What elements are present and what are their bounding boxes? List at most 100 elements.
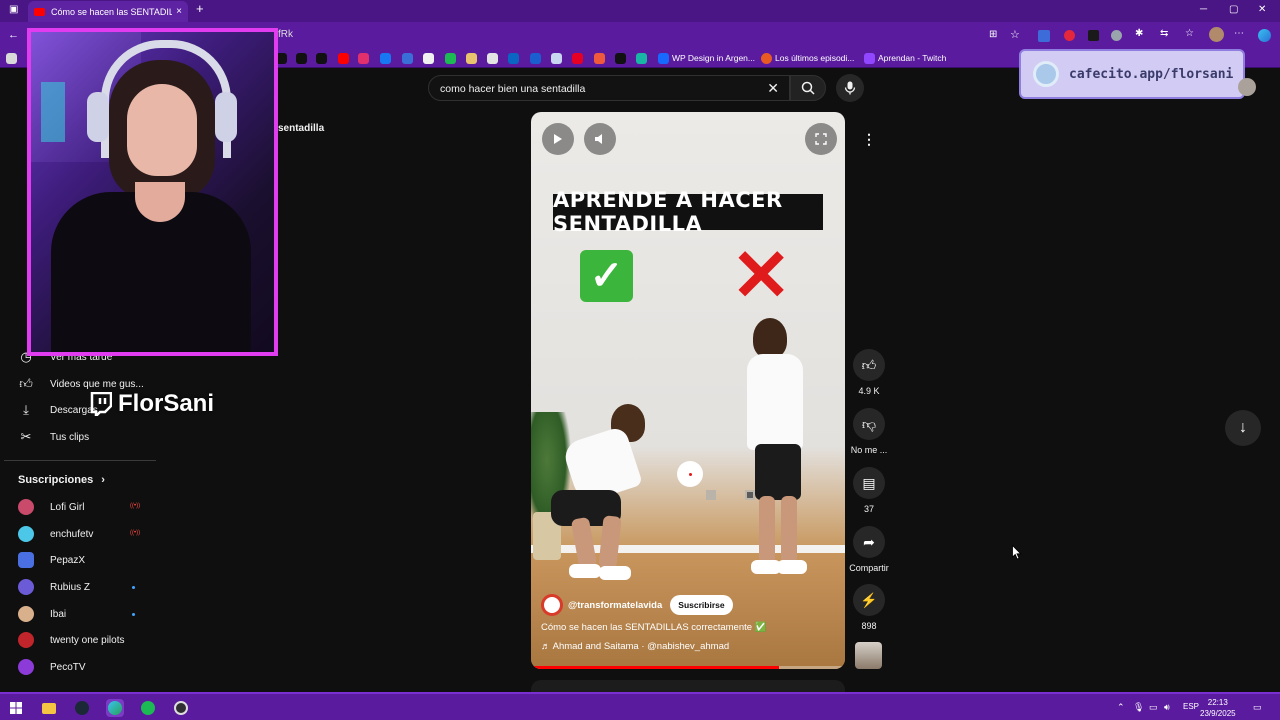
tab-actions-icon[interactable]: ▣ (9, 4, 18, 15)
microphone-icon[interactable]: 🎙︎ (1133, 702, 1144, 713)
behance-icon[interactable] (658, 53, 669, 64)
url-text[interactable]: fRk (278, 29, 293, 40)
edge-icon[interactable] (106, 699, 124, 717)
user-avatar[interactable] (1238, 78, 1256, 96)
share-button[interactable]: ➦ Compartir (848, 526, 890, 573)
profile-avatar[interactable] (1209, 27, 1224, 42)
youtube-icon[interactable] (338, 53, 349, 64)
file-explorer-icon[interactable] (40, 699, 58, 717)
shorts-video-player[interactable]: APRENDE A HACER SENTADILLA ✓ ✕ @transfor… (531, 112, 845, 669)
show-hidden-icons-icon[interactable]: ⌃ (1117, 702, 1125, 713)
split-screen-icon[interactable]: ⇆ (1160, 28, 1168, 39)
extension-icon[interactable] (1111, 30, 1122, 41)
menu-more-icon[interactable]: ⋯ (1234, 28, 1244, 39)
subscription-item[interactable]: enchufetv (18, 524, 93, 544)
subscription-item[interactable]: Lofi Girl (18, 497, 84, 517)
video-progress-bar[interactable] (531, 666, 845, 669)
clock[interactable]: 22:13 23/9/2025 (1200, 697, 1236, 719)
bookmark-favicon-icon[interactable] (761, 53, 772, 64)
remix-button[interactable]: ⚡ 898 (848, 584, 890, 631)
app-available-icon[interactable]: ⊞ (989, 29, 997, 40)
next-video-button[interactable]: ↓ (1225, 410, 1261, 446)
person-sneaker (569, 564, 601, 578)
window-close-icon[interactable]: ✕ (1258, 4, 1266, 15)
instagram-icon[interactable] (358, 53, 369, 64)
cafecito-overlay: cafecito.app/florsani (1019, 49, 1245, 99)
obs-icon[interactable] (172, 699, 190, 717)
back-icon[interactable]: ← (8, 29, 19, 41)
bookmark-link[interactable]: Los últimos episodi... (775, 53, 854, 63)
windows-start-icon[interactable] (7, 699, 25, 717)
language-indicator[interactable]: ESP (1183, 702, 1199, 711)
bookmark-favicon-icon[interactable] (636, 53, 647, 64)
volume-icon[interactable]: 🔊︎ (1164, 702, 1170, 713)
channel-avatar[interactable] (541, 594, 563, 616)
search-button[interactable] (790, 75, 826, 101)
clear-search-icon[interactable]: ✕ (767, 80, 779, 97)
next-video-preview[interactable] (531, 680, 845, 692)
bookmark-favicon-icon[interactable] (466, 53, 477, 64)
channel-name[interactable]: @transformatelavida (568, 600, 662, 611)
copilot-icon[interactable] (1258, 29, 1271, 42)
subscription-item[interactable]: Ibai (18, 604, 66, 624)
x-icon[interactable] (316, 53, 327, 64)
video-music[interactable]: ♬ Ahmad and Saitama · @nabishev_ahmad (541, 641, 729, 652)
facebook-icon[interactable] (380, 53, 391, 64)
youtube-favicon-icon (34, 7, 45, 16)
subscriptions-heading[interactable]: Suscripciones › (18, 474, 105, 486)
subscription-item[interactable]: Rubius Z (18, 577, 90, 597)
extension-icon[interactable] (1088, 30, 1099, 41)
notifications-icon[interactable]: ▭ (1253, 702, 1262, 713)
minimize-icon[interactable]: ─ (1200, 4, 1207, 15)
bookmark-favicon-icon[interactable] (423, 53, 434, 64)
subscription-item[interactable]: PepazX (18, 550, 85, 570)
active-tab[interactable]: Cómo se hacen las SENTADILLAS × (28, 1, 188, 22)
favorite-star-icon[interactable]: ☆ (1010, 28, 1020, 41)
new-tab-button[interactable]: + (196, 1, 204, 16)
paypal-icon[interactable] (530, 53, 541, 64)
subscription-item[interactable]: PecoTV (18, 657, 86, 677)
fullscreen-button[interactable] (805, 123, 837, 155)
bookmark-favicon-icon[interactable] (487, 53, 498, 64)
video-description[interactable]: Cómo se hacen las SENTADILLAS correctame… (541, 622, 767, 633)
collections-icon[interactable]: ☆ (1185, 28, 1194, 39)
network-icon[interactable]: ▭ (1149, 702, 1158, 713)
like-button[interactable]: 👍︎ 4.9 K (848, 349, 890, 396)
audio-thumbnail[interactable] (855, 642, 882, 669)
bookmark-favicon-icon[interactable] (594, 53, 605, 64)
extension-icon[interactable] (1038, 30, 1050, 42)
extension-icon[interactable] (1064, 30, 1075, 41)
mute-button[interactable] (584, 123, 616, 155)
spotify-icon[interactable] (139, 699, 157, 717)
pinterest-icon[interactable] (572, 53, 583, 64)
maximize-icon[interactable]: ▢ (1229, 4, 1238, 15)
avatar (18, 606, 34, 622)
bookmark-favicon-icon[interactable] (551, 53, 562, 64)
bookmark-link[interactable]: Aprendan - Twitch (878, 53, 946, 63)
cafecito-link: cafecito.app/florsani (1069, 66, 1234, 82)
bookmark-favicon-icon[interactable] (6, 53, 17, 64)
subscription-item[interactable]: twenty one pilots (18, 630, 125, 650)
search-input[interactable]: como hacer bien una sentadilla ✕ (428, 75, 790, 101)
voice-search-button[interactable] (836, 74, 864, 102)
sidebar-item-clips[interactable]: ✂ Tus clips (18, 427, 90, 447)
sidebar-item-downloads[interactable]: ⤓ Descargas (18, 400, 98, 420)
bookmark-favicon-icon[interactable] (445, 53, 456, 64)
comments-button[interactable]: ▤ 37 (848, 467, 890, 514)
anchor-icon[interactable] (402, 53, 413, 64)
steam-icon[interactable] (73, 699, 91, 717)
bookmark-favicon-icon[interactable] (615, 53, 626, 64)
bookmark-favicon-icon[interactable] (508, 53, 519, 64)
tab-close-icon[interactable]: × (176, 6, 182, 17)
partial-search-label: sentadilla (278, 123, 325, 134)
tiktok-icon[interactable] (296, 53, 307, 64)
extensions-puzzle-icon[interactable]: ✱ (1135, 28, 1143, 39)
more-options-icon[interactable]: ⋮ (856, 126, 882, 152)
bookmark-link[interactable]: WP Design in Argen... (672, 53, 755, 63)
dislike-button[interactable]: 👎︎ No me ... (848, 408, 890, 455)
play-button[interactable] (542, 123, 574, 155)
headphone-cup (215, 92, 237, 142)
subscribe-button[interactable]: Suscribirse (670, 595, 733, 615)
twitch-icon[interactable] (864, 53, 875, 64)
subscription-name: PepazX (50, 554, 86, 566)
